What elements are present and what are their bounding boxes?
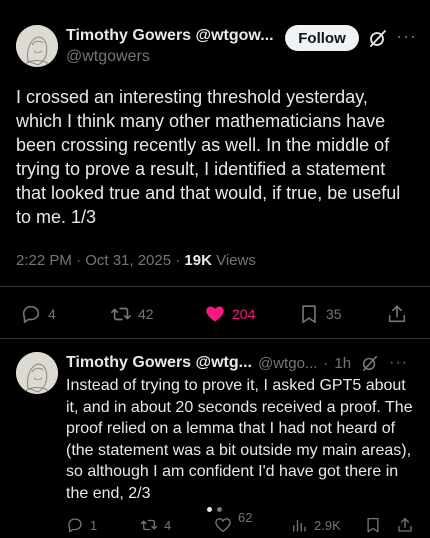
reply-icon bbox=[68, 518, 82, 533]
views-count: 19K bbox=[184, 252, 212, 269]
grok-icon[interactable] bbox=[368, 28, 388, 48]
bookmark-button[interactable] bbox=[364, 515, 382, 535]
tweet-meta: 2:22 PM · Oct 31, 2025 · 19K Views bbox=[16, 252, 256, 269]
avatar[interactable] bbox=[16, 352, 58, 394]
page-indicator bbox=[207, 507, 222, 512]
tweet-text: I crossed an interesting threshold yeste… bbox=[16, 87, 401, 227]
divider bbox=[0, 286, 430, 287]
bookmark-icon bbox=[367, 517, 379, 533]
avatar-portrait bbox=[16, 352, 58, 394]
action-bar: 4 42 204 35 bbox=[0, 302, 430, 326]
page-dot bbox=[217, 507, 222, 512]
tweet-timestamp[interactable]: 2:22 PM · Oct 31, 2025 · bbox=[16, 252, 184, 269]
follow-button[interactable]: Follow bbox=[285, 25, 359, 51]
like-button[interactable]: 204 bbox=[204, 302, 255, 326]
repost-icon bbox=[140, 519, 158, 531]
reply-count: 4 bbox=[48, 306, 56, 322]
author-name[interactable]: Timothy Gowers @wtg... bbox=[66, 354, 252, 372]
like-count: 62 bbox=[238, 509, 253, 525]
views-icon bbox=[293, 519, 306, 532]
views-label: Views bbox=[211, 252, 256, 269]
grok-icon[interactable] bbox=[361, 354, 379, 372]
share-button[interactable] bbox=[396, 515, 414, 535]
action-bar: 1 4 62 2.9K bbox=[0, 510, 430, 535]
like-button[interactable]: 62 bbox=[214, 510, 252, 535]
divider bbox=[0, 338, 430, 339]
repost-icon bbox=[111, 307, 131, 321]
bookmark-button[interactable]: 35 bbox=[298, 302, 342, 326]
tweet-timestamp[interactable]: 1h bbox=[334, 355, 351, 372]
views-count: 2.9K bbox=[314, 517, 341, 533]
more-icon[interactable]: ··· bbox=[389, 354, 408, 372]
author-name[interactable]: Timothy Gowers @wtgow... bbox=[66, 27, 274, 45]
repost-count: 42 bbox=[138, 306, 154, 322]
heart-icon bbox=[215, 518, 231, 533]
tweet-text: Instead of trying to prove it, I asked G… bbox=[66, 377, 413, 502]
separator-dot: · bbox=[323, 354, 329, 372]
author-handle[interactable]: @wtgo... bbox=[258, 355, 317, 372]
share-button[interactable] bbox=[386, 302, 408, 326]
more-icon[interactable]: ··· bbox=[396, 26, 417, 47]
tweet-thread: Timothy Gowers @wtgow... @wtgowers Follo… bbox=[0, 0, 430, 538]
reply-button[interactable]: 4 bbox=[20, 302, 56, 326]
repost-button[interactable]: 42 bbox=[110, 302, 154, 326]
reply-icon bbox=[22, 305, 40, 324]
share-icon bbox=[398, 517, 412, 532]
avatar-portrait bbox=[16, 25, 58, 67]
repost-count: 4 bbox=[164, 517, 172, 533]
views-button[interactable]: 2.9K bbox=[290, 515, 341, 535]
repost-button[interactable]: 4 bbox=[140, 515, 171, 535]
like-count: 204 bbox=[232, 306, 256, 322]
bookmark-count: 35 bbox=[326, 306, 342, 322]
avatar[interactable] bbox=[16, 25, 58, 67]
reply-header: Timothy Gowers @wtg... @wtgo... · 1h ··· bbox=[66, 354, 416, 372]
page-dot bbox=[207, 507, 212, 512]
author-handle[interactable]: @wtgowers bbox=[66, 48, 150, 66]
reply-count: 1 bbox=[90, 517, 98, 533]
bookmark-icon bbox=[302, 305, 316, 324]
heart-icon bbox=[206, 306, 224, 322]
share-icon bbox=[388, 305, 406, 323]
reply-button[interactable]: 1 bbox=[66, 515, 97, 535]
